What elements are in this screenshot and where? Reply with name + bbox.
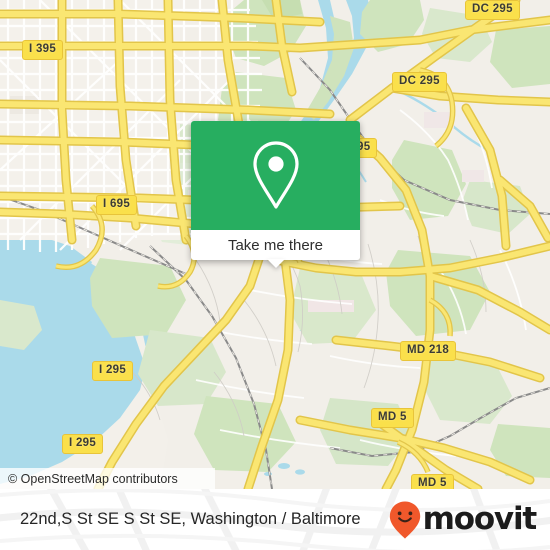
popup-marker-panel bbox=[191, 121, 360, 230]
footer-bar: 22nd,S St SE S St SE, Washington / Balti… bbox=[0, 489, 550, 550]
map-pin-icon bbox=[252, 140, 299, 209]
road-shield: MD 218 bbox=[400, 341, 457, 361]
moovit-wordmark: moovit bbox=[422, 501, 538, 537]
road-shield: MD 5 bbox=[411, 474, 454, 489]
take-me-there-button[interactable]: Take me there bbox=[191, 230, 360, 268]
map-canvas[interactable]: I 395 DC 295 DC 295 95 I 695 I 295 I 295 MD 218… bbox=[0, 0, 550, 489]
road-shield: MD 5 bbox=[371, 408, 414, 428]
road-shield: I 295 bbox=[62, 434, 104, 454]
station-popup-card[interactable]: Take me there bbox=[191, 121, 360, 268]
road-shield: I 695 bbox=[96, 195, 138, 215]
popup-pointer-tip bbox=[266, 259, 285, 268]
road-shield: DC 295 bbox=[465, 0, 520, 20]
take-me-there-label: Take me there bbox=[227, 236, 324, 254]
map-attribution: © OpenStreetMap contributors bbox=[0, 468, 215, 489]
location-title-text: 22nd,S St SE S St SE, Washington / Balti… bbox=[20, 510, 361, 528]
page-title: 22nd,S St SE S St SE, Washington / Balti… bbox=[20, 489, 361, 550]
road-shield: DC 295 bbox=[392, 72, 447, 92]
moovit-station-map-page: I 395 DC 295 DC 295 95 I 695 I 295 I 295 MD 218… bbox=[0, 0, 550, 550]
moovit-logo[interactable]: moovit bbox=[388, 489, 538, 550]
road-shield: I 395 bbox=[22, 40, 64, 60]
road-shield: I 295 bbox=[92, 361, 134, 381]
attribution-text: © OpenStreetMap contributors bbox=[8, 471, 178, 486]
moovit-pin-icon bbox=[389, 501, 420, 539]
